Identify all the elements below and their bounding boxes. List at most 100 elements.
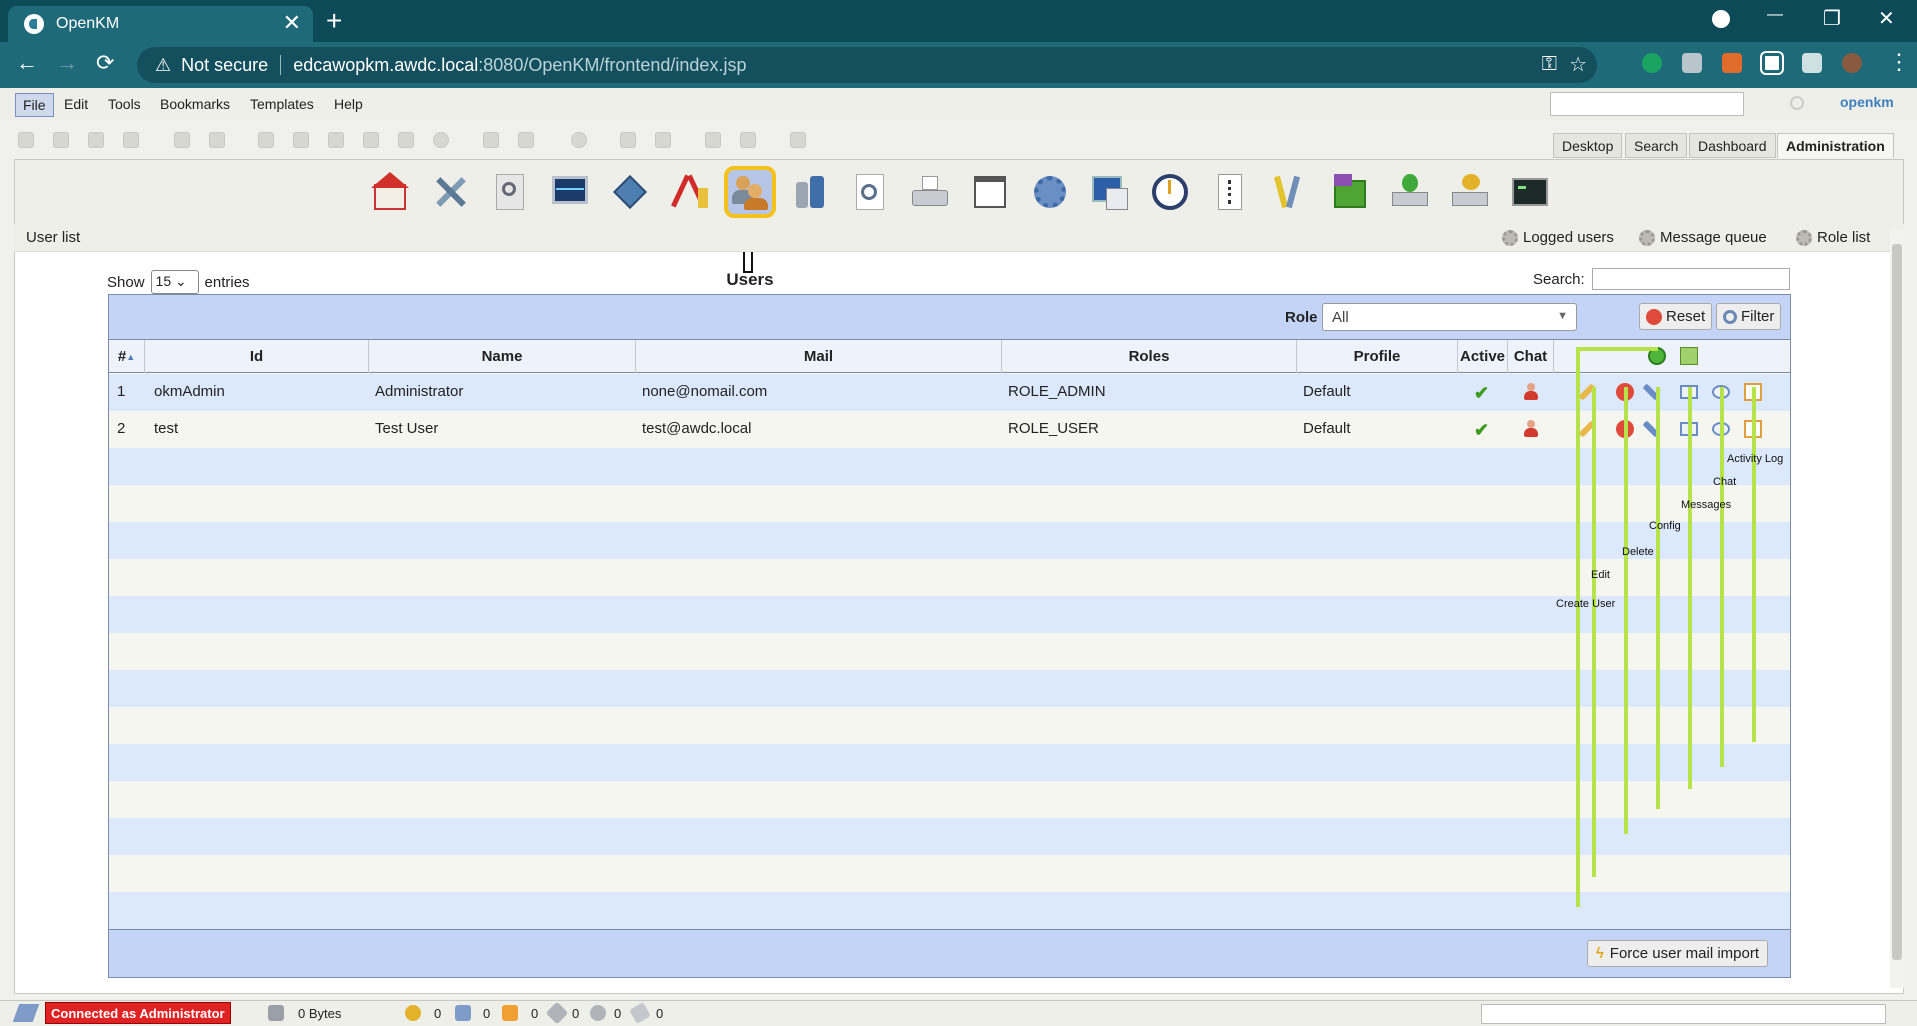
menu-help[interactable]: Help <box>327 93 370 117</box>
subtab-logged-users[interactable]: Logged users <box>1502 229 1614 246</box>
monitor-icon[interactable] <box>548 170 592 214</box>
toolbar-icon[interactable] <box>705 132 721 148</box>
report-icon[interactable] <box>1088 170 1132 214</box>
tab-desktop[interactable]: Desktop <box>1553 133 1623 158</box>
toolbar-icon[interactable] <box>620 132 636 148</box>
col-name[interactable]: Name <box>369 340 636 373</box>
extensions-puzzle-icon[interactable] <box>1802 53 1822 73</box>
tools-icon[interactable] <box>428 170 472 214</box>
toolbar-icon[interactable] <box>328 132 344 148</box>
settings-icon[interactable] <box>1028 170 1072 214</box>
toolbar-icon[interactable] <box>571 132 587 148</box>
proposed-subscription-icon[interactable] <box>629 1002 651 1024</box>
menu-file[interactable]: File <box>15 93 54 117</box>
url-bar[interactable]: ⚠ Not secure edcawopkm.awdc.local :8080/… <box>137 47 1597 83</box>
role-select[interactable]: All ▼ <box>1322 303 1577 331</box>
filter-button[interactable]: Filter <box>1716 303 1782 330</box>
menu-edit[interactable]: Edit <box>57 93 95 117</box>
toolbar-icon[interactable] <box>209 132 225 148</box>
tab-dashboard[interactable]: Dashboard <box>1689 133 1776 158</box>
grammarly-icon[interactable] <box>1642 53 1662 73</box>
reload-icon[interactable]: ⟳ <box>96 50 114 76</box>
clock-icon[interactable] <box>1148 170 1192 214</box>
chat-user-icon[interactable] <box>1523 420 1539 438</box>
checkout-icon[interactable] <box>455 1005 471 1021</box>
workflow-icon[interactable] <box>590 1005 606 1021</box>
toolbar-icon[interactable] <box>398 132 414 148</box>
menu-bookmarks[interactable]: Bookmarks <box>153 93 237 117</box>
calendar-icon[interactable] <box>968 170 1012 214</box>
tab-administration[interactable]: Administration <box>1777 133 1894 158</box>
toolbar-icon[interactable] <box>740 132 756 148</box>
col-id[interactable]: Id <box>145 340 369 373</box>
reset-button[interactable]: Reset <box>1639 303 1713 330</box>
home-icon[interactable] <box>368 170 412 214</box>
box-icon[interactable] <box>1328 170 1372 214</box>
table-row[interactable]: 2 test Test User test@awdc.local ROLE_US… <box>109 411 1790 448</box>
users-icon[interactable] <box>724 166 776 218</box>
new-tab-icon[interactable]: + <box>326 6 342 36</box>
screen-record-icon[interactable] <box>1760 51 1784 75</box>
export-icon[interactable] <box>1448 170 1492 214</box>
list-icon[interactable] <box>1208 170 1252 214</box>
back-icon[interactable]: ← <box>16 50 38 76</box>
password-key-icon[interactable]: ⚿ <box>1542 53 1557 76</box>
toolbar-icon[interactable] <box>483 132 499 148</box>
menu-templates[interactable]: Templates <box>243 93 321 117</box>
scanner-icon[interactable] <box>908 170 952 214</box>
user-avatar[interactable] <box>1842 53 1862 73</box>
diamond-icon[interactable] <box>608 170 652 214</box>
chat-user-icon[interactable] <box>1523 383 1539 401</box>
col-num[interactable]: # ▲ <box>109 340 145 373</box>
toolbar-icon[interactable] <box>518 132 534 148</box>
breadcrumb[interactable]: User list <box>26 229 80 246</box>
subtab-role-list[interactable]: Role list <box>1796 229 1870 246</box>
menu-tools[interactable]: Tools <box>101 93 148 117</box>
toolbar-icon[interactable] <box>433 132 449 148</box>
table-row[interactable]: 1 okmAdmin Administrator none@nomail.com… <box>109 374 1790 411</box>
subscribed-icon[interactable] <box>502 1005 518 1021</box>
restore-icon[interactable]: ❐ <box>1823 6 1841 31</box>
vertical-scrollbar[interactable] <box>1890 230 1904 988</box>
camera-icon[interactable] <box>1682 53 1702 73</box>
toolbar-icon[interactable] <box>363 132 379 148</box>
forward-icon[interactable]: → <box>56 50 78 76</box>
col-chat[interactable]: Chat <box>1508 340 1554 373</box>
toolbar-icon[interactable] <box>174 132 190 148</box>
toolbar-icon[interactable] <box>655 132 671 148</box>
toolbar-icon[interactable] <box>88 132 104 148</box>
database-icon[interactable] <box>788 170 832 214</box>
import-icon[interactable] <box>1388 170 1432 214</box>
col-mail[interactable]: Mail <box>636 340 1002 373</box>
toolbar-icon[interactable] <box>258 132 274 148</box>
toolbar-icon[interactable] <box>18 132 34 148</box>
pen-icon[interactable] <box>1268 170 1312 214</box>
minimize-icon[interactable]: — <box>1767 6 1783 24</box>
import-users-icon[interactable] <box>1680 347 1698 365</box>
quick-search-icon[interactable] <box>1790 96 1804 110</box>
profile-dropdown-icon[interactable] <box>1712 10 1730 28</box>
scissors-icon[interactable] <box>668 170 712 214</box>
locked-docs-icon[interactable] <box>405 1005 421 1021</box>
news-icon[interactable] <box>545 1001 569 1025</box>
browser-menu-icon[interactable]: ⋮ <box>1888 49 1910 75</box>
col-active[interactable]: Active <box>1458 340 1508 373</box>
toolbar-icon[interactable] <box>53 132 69 148</box>
browser-tab[interactable]: OpenKM ✕ <box>8 6 313 42</box>
window-close-icon[interactable]: ✕ <box>1878 6 1895 31</box>
quick-search-input[interactable] <box>1550 92 1744 116</box>
page-size-select[interactable]: 15 ⌄ <box>150 270 199 294</box>
toolbar-icon[interactable] <box>123 132 139 148</box>
close-tab-icon[interactable]: ✕ <box>283 12 301 34</box>
toolbar-icon[interactable] <box>293 132 309 148</box>
col-profile[interactable]: Profile <box>1297 340 1458 373</box>
col-roles[interactable]: Roles <box>1002 340 1297 373</box>
toolbar-icon[interactable] <box>790 132 806 148</box>
terminal-icon[interactable] <box>1508 170 1552 214</box>
force-mail-import-button[interactable]: ϟ Force user mail import <box>1586 940 1768 967</box>
search-doc-icon[interactable] <box>488 170 532 214</box>
bookmark-star-icon[interactable]: ☆ <box>1569 52 1587 77</box>
table-search-input[interactable] <box>1592 268 1790 290</box>
pdf-extension-icon[interactable] <box>1722 53 1742 73</box>
scrollbar-thumb[interactable] <box>1892 244 1902 960</box>
